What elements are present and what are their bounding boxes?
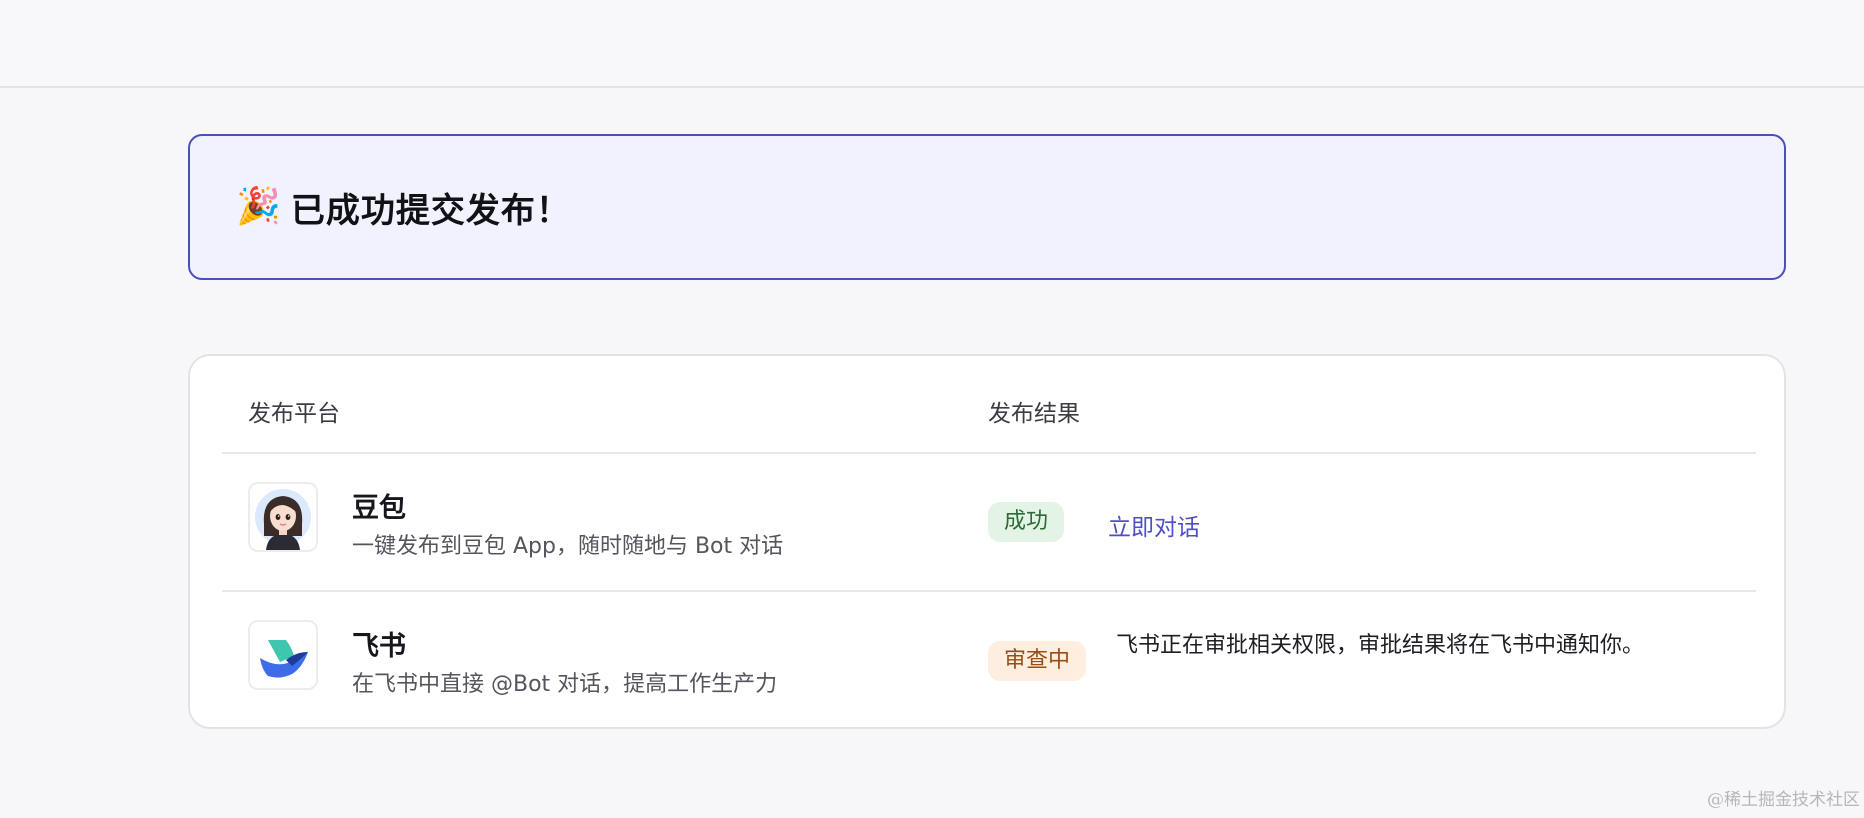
platform-name: 豆包 <box>352 493 406 524</box>
watermark: @稀土掘金技术社区 <box>1707 790 1860 810</box>
row-divider <box>222 590 1756 592</box>
start-chat-link[interactable]: 立即对话 <box>1108 508 1200 542</box>
status-badge-reviewing: 审查中 <box>988 641 1087 681</box>
party-popper-icon: 🎉 <box>236 186 281 227</box>
review-note: 飞书正在审批相关权限，审批结果将在飞书中通知你。 <box>1116 633 1645 658</box>
publish-results-table: 发布平台 发布结果 豆包 一键发布到豆包 App，随时随地与 Bot 对话 成功 <box>188 354 1786 729</box>
feishu-logo <box>248 620 318 690</box>
platform-description: 在飞书中直接 @Bot 对话，提高工作生产力 <box>352 672 778 697</box>
platform-name: 飞书 <box>352 631 406 662</box>
success-banner: 🎉 已成功提交发布！ <box>188 134 1786 280</box>
header-divider <box>222 452 1756 454</box>
column-header-platform: 发布平台 <box>248 401 340 427</box>
top-bar <box>0 0 1864 88</box>
status-badge-success: 成功 <box>988 502 1065 542</box>
platform-description: 一键发布到豆包 App，随时随地与 Bot 对话 <box>352 534 784 559</box>
column-header-result: 发布结果 <box>988 401 1080 427</box>
banner-title: 已成功提交发布！ <box>290 190 571 231</box>
doubao-logo <box>248 482 318 552</box>
